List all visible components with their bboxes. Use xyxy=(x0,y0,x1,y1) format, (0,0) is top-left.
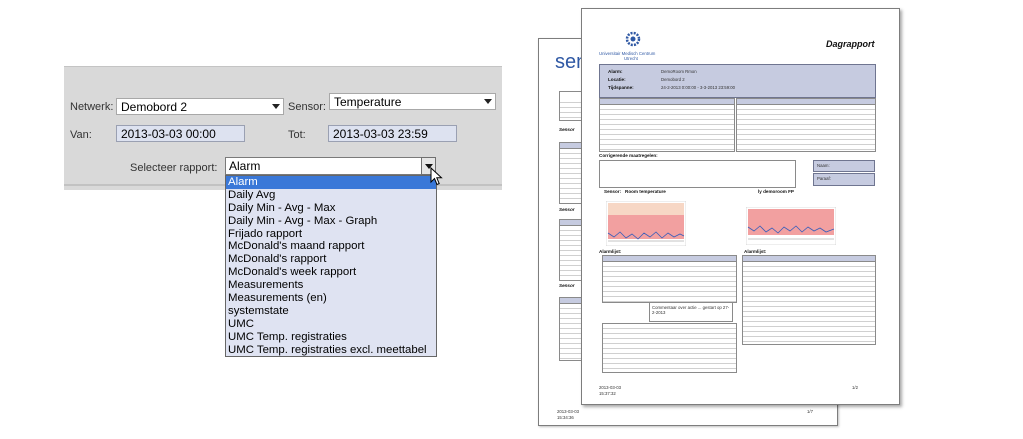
dropdown-option[interactable]: systemstate xyxy=(226,305,436,318)
alarm-label: Alarm: xyxy=(608,69,623,74)
locatie-value: Demobord 2 xyxy=(661,77,685,82)
sensor-heading-left: Room temperature xyxy=(625,189,666,194)
sensor-heading-right: ly demoroom FP xyxy=(758,189,794,194)
netwerk-label: Netwerk: xyxy=(70,101,114,113)
rapport-dropdown-list: Alarm Daily Avg Daily Min - Avg - Max Daily… xyxy=(225,175,437,357)
chevron-down-icon xyxy=(484,99,492,104)
alarm-table-right xyxy=(742,255,876,345)
tot-date-input[interactable]: 2013-03-03 23:59 xyxy=(328,125,457,142)
report-preview-front: Universitair Medisch Centrum Utrecht Dag… xyxy=(581,8,900,405)
comment-text: Commentaar over actie ... gestart op 27-… xyxy=(652,305,730,315)
sensor-summary-left xyxy=(599,98,735,152)
rapport-select-value: Alarm xyxy=(229,159,261,173)
temperature-chart-left xyxy=(606,201,686,246)
sensor-label: Sensor: xyxy=(288,101,326,113)
rapport-label: Selecteer rapport: xyxy=(130,162,218,174)
report-info-box: Alarm: DemoRoom Rmon Locatie: Demobord 2… xyxy=(599,64,876,98)
alarm-table-left-top xyxy=(602,255,737,303)
chevron-down-icon xyxy=(272,104,280,109)
dropdown-option[interactable]: McDonald's week rapport xyxy=(226,266,436,279)
back-footer-time: 15:34:36 xyxy=(557,415,574,420)
tijdspanne-label: Tijdspanne: xyxy=(608,85,634,90)
dropdown-option[interactable]: Daily Min - Avg - Max xyxy=(226,202,436,215)
back-section-1: Sensor xyxy=(559,127,575,132)
dropdown-option[interactable]: Measurements xyxy=(226,279,436,292)
dropdown-option[interactable]: McDonald's maand rapport xyxy=(226,240,436,253)
front-page-number: 1/2 xyxy=(852,385,858,390)
corrective-actions-label: Corrigerende maatregelen: xyxy=(599,153,658,158)
dropdown-option[interactable]: Frijado rapport xyxy=(226,228,436,241)
back-page-number: 1/7 xyxy=(807,409,813,414)
dropdown-option[interactable]: UMC Temp. registraties xyxy=(226,331,436,344)
locatie-label: Locatie: xyxy=(608,77,626,82)
back-section-2: Sensor xyxy=(559,207,575,212)
sensor-select[interactable]: Temperature xyxy=(329,93,496,110)
front-footer-date: 2013-03-03 xyxy=(599,385,621,390)
dropdown-option[interactable]: Daily Avg xyxy=(226,189,436,202)
umc-logo-icon xyxy=(625,31,641,47)
temperature-chart-right xyxy=(746,207,836,245)
netwerk-select-value: Demobord 2 xyxy=(121,100,188,114)
paraaf-box: Paraaf: xyxy=(813,173,875,186)
alarm-list-label-right: Alarmlijst: xyxy=(744,249,767,254)
back-section-3: Sensor xyxy=(559,283,575,288)
sensor-summary-right xyxy=(736,98,876,152)
report-title: Dagrapport xyxy=(826,39,875,49)
back-footer-date: 2013-03-03 xyxy=(557,409,579,414)
corrective-actions-box xyxy=(599,160,796,188)
dropdown-option[interactable]: Daily Min - Avg - Max - Graph xyxy=(226,215,436,228)
netwerk-select[interactable]: Demobord 2 xyxy=(116,98,284,115)
dropdown-option[interactable]: McDonald's rapport xyxy=(226,253,436,266)
sensor-select-value: Temperature xyxy=(334,95,402,109)
naam-box: Naam: xyxy=(813,160,875,172)
dropdown-option[interactable]: Measurements (en) xyxy=(226,292,436,305)
alarm-list-label-left: Alarmlijst: xyxy=(599,249,622,254)
org-city: Utrecht xyxy=(624,56,638,61)
dropdown-option[interactable]: Alarm xyxy=(226,176,436,189)
comment-box: Commentaar over actie ... gestart op 27-… xyxy=(649,302,733,322)
dropdown-option[interactable]: UMC xyxy=(226,318,436,331)
rapport-select[interactable]: Alarm xyxy=(225,157,436,175)
van-label: Van: xyxy=(70,129,92,141)
naam-label: Naam: xyxy=(817,163,830,168)
tijdspanne-value: 24-2-2013 0:00:00 - 3-3-2013 23:59:00 xyxy=(661,85,736,90)
alarm-value: DemoRoom Rmon xyxy=(661,69,697,74)
sensor-heading-label: Sensor: xyxy=(604,189,622,194)
paraaf-label: Paraaf: xyxy=(817,176,831,181)
front-footer-time: 15:37:32 xyxy=(599,391,616,396)
tot-label: Tot: xyxy=(288,129,306,141)
alarm-table-left-bottom xyxy=(602,323,737,373)
mouse-pointer-icon xyxy=(430,167,443,186)
dropdown-option[interactable]: UMC Temp. registraties excl. meettabel xyxy=(226,344,436,357)
van-date-input[interactable]: 2013-03-03 00:00 xyxy=(116,125,245,142)
